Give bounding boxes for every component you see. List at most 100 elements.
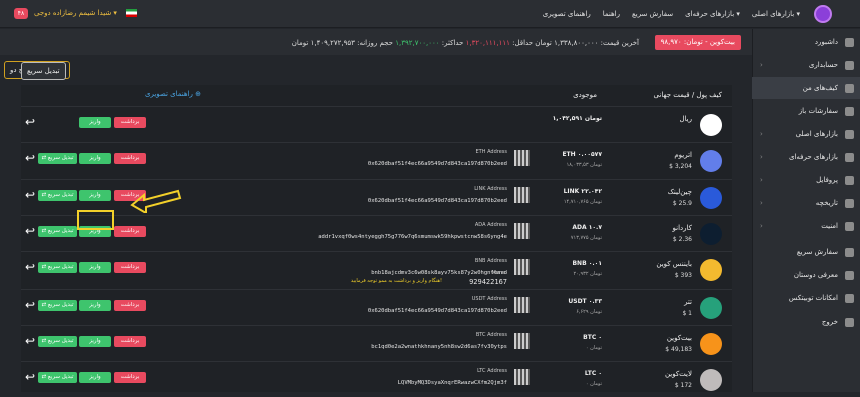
chevron-icon: › <box>760 176 763 184</box>
qr-code-icon[interactable] <box>514 369 530 385</box>
address-label: ETH Address <box>475 149 507 155</box>
memo-value[interactable]: 929422167 <box>469 278 507 286</box>
logo-icon[interactable] <box>814 5 832 23</box>
qr-code-icon[interactable] <box>514 187 530 203</box>
wallet-row: بایننس کوین $ 393 BNB ۰.۰۱ ۲۰,۹۳۲ تومان BNB … <box>21 251 732 287</box>
quick-convert-button[interactable]: تبدیل سریع <box>21 62 66 80</box>
withdraw-button[interactable]: برداشت <box>114 336 146 347</box>
coin-icon <box>700 150 722 172</box>
deposit-button[interactable]: واریز <box>79 300 111 311</box>
reply-arrow-icon[interactable]: ↩ <box>25 152 35 164</box>
coin-balance-toman: ۱۸,۰۳۳,۵۳ تومان <box>566 162 602 168</box>
deposit-button[interactable]: واریز <box>79 153 111 164</box>
sidebar-item[interactable]: بازارهای حرفه‌ای › <box>752 146 860 168</box>
sidebar-item[interactable]: سفارشات باز <box>752 100 860 122</box>
sidebar-item-label: تاریخچه <box>815 199 838 207</box>
ticker-volume: حجم روزانه: ۱,۴۰۹,۲۷۲,۹۵۳ تومان <box>291 39 393 47</box>
sidebar-item-icon <box>845 153 854 162</box>
deposit-button[interactable]: واریز <box>79 117 111 128</box>
reply-arrow-icon[interactable]: ↩ <box>25 225 35 237</box>
memo-warning: هنگام واریز و برداشت به ممو توجه فرمایید… <box>350 278 442 284</box>
sidebar-item[interactable]: حسابداری › <box>752 54 860 76</box>
sidebar-item[interactable]: داشبورد <box>752 31 860 53</box>
wallet-address[interactable]: bc1qd0e2a2wnathkhnany5nh8sw2d6as7fv30ytp… <box>371 344 507 350</box>
qr-code-icon[interactable] <box>514 297 530 313</box>
deposit-button[interactable]: واریز <box>79 336 111 347</box>
reply-arrow-icon[interactable]: ↩ <box>25 116 35 128</box>
withdraw-button[interactable]: برداشت <box>114 153 146 164</box>
sidebar-item[interactable]: خروج <box>752 311 860 333</box>
wallet-row: چین‌لینک $ 25.9 LINK ۲۲.۰۴۲ ۱۴,۷۱۰,۷۶۵ توما… <box>21 179 732 215</box>
quick-convert-row-button[interactable]: ⇄ تبدیل سریع <box>38 190 77 201</box>
coin-balance-toman: ۰ تومان <box>585 345 602 351</box>
coin-name: اتریوم <box>674 151 692 159</box>
coin-name: کاردانو <box>672 224 692 232</box>
wallet-row: ریال ۱,۰۴۲,۵۹۱ تومان برداشت واریز ↩ <box>21 106 732 142</box>
deposit-button[interactable]: واریز <box>79 190 111 201</box>
sidebar: داشبورد حسابداری › کیف‌های من سفارشات باز باز… <box>752 29 860 392</box>
deposit-button[interactable]: واریز <box>79 372 111 383</box>
sidebar-item[interactable]: معرفی دوستان <box>752 264 860 286</box>
nav-visual-guide[interactable]: راهنمای تصویری <box>543 10 591 18</box>
quick-convert-row-button[interactable]: ⇄ تبدیل سریع <box>38 336 77 347</box>
coin-global-price: $ 1 <box>682 310 692 317</box>
quick-convert-row-button[interactable]: ⇄ تبدیل سریع <box>38 372 77 383</box>
quick-convert-row-button[interactable]: ⇄ تبدیل سریع <box>38 153 77 164</box>
sidebar-item-icon <box>845 222 854 231</box>
sidebar-item-icon <box>845 318 854 327</box>
nav-quick-order[interactable]: سفارش سریع <box>632 10 673 18</box>
reply-arrow-icon[interactable]: ↩ <box>25 189 35 201</box>
nav-pro-markets[interactable]: بازارهای حرفه‌ای ▾ <box>685 10 740 18</box>
sidebar-item[interactable]: امنیت › <box>752 215 860 237</box>
withdraw-button[interactable]: برداشت <box>114 372 146 383</box>
qr-code-icon[interactable] <box>514 259 530 275</box>
withdraw-button[interactable]: برداشت <box>114 226 146 237</box>
wallet-address[interactable]: 0x620dbaf51f4ec66a9549d7d843ca197d870b2e… <box>368 161 507 167</box>
wallet-address[interactable]: addr1vxqf0ws4ntyeggh75g776w7q6smumswk59h… <box>318 234 507 240</box>
withdraw-button[interactable]: برداشت <box>114 117 146 128</box>
reply-arrow-icon[interactable]: ↩ <box>25 299 35 311</box>
qr-code-icon[interactable] <box>514 333 530 349</box>
wallet-address[interactable]: 0x620dbaf51f4ec66a9549d7d843ca197d870b2e… <box>368 198 507 204</box>
user-menu[interactable]: شیدا شیمم رضازاده دوجی ▾ <box>34 9 117 17</box>
chevron-icon: › <box>760 130 763 138</box>
visual-guide-link[interactable]: راهنمای تصویری ⊕ <box>145 90 201 98</box>
chevron-icon: › <box>760 61 763 69</box>
sidebar-item[interactable]: تاریخچه › <box>752 192 860 214</box>
address-label: BNB Address <box>474 258 507 264</box>
sidebar-item[interactable]: پروفایل › <box>752 169 860 191</box>
ticker-min: ۱,۳۲۰,۱۱۱,۱۱۱ <box>465 39 510 47</box>
wallet-row: تتر $ 1 USDT ۰.۳۳ ۶,۶۲۹ تومان USDT Address 0x… <box>21 289 732 325</box>
nav-main-markets[interactable]: بازارهای اصلی ▾ <box>752 10 800 18</box>
address-label: ADA Address <box>474 222 507 228</box>
notification-badge[interactable]: ۴۸ <box>14 8 28 19</box>
header-wallet: کیف پول / قیمت جهانی <box>653 91 722 99</box>
wallet-address[interactable]: LQVMbyMQ3DsyaXnqrERwazwCXfm2Qjm3f <box>398 380 507 386</box>
qr-code-icon[interactable] <box>514 223 530 239</box>
wallet-address[interactable]: bnb18ajcdmv3c6w08sk8ayv75ks87y2w0hgntcav… <box>371 270 507 276</box>
quick-convert-row-button[interactable]: ⇄ تبدیل سریع <box>38 262 77 273</box>
coin-balance: ADA ۱۰.۷ <box>572 224 602 231</box>
reply-arrow-icon[interactable]: ↩ <box>25 335 35 347</box>
deposit-button[interactable]: واریز <box>79 262 111 273</box>
ticker-price-badge[interactable]: بیت‌کوین - تومان: ۹۸,۹۷۰ <box>654 35 741 50</box>
iran-flag-icon[interactable] <box>126 9 137 17</box>
sidebar-item[interactable]: کیف‌های من <box>752 77 860 99</box>
coin-balance: ETH ۰.۰۰۵۷۷ <box>562 151 602 158</box>
sidebar-item[interactable]: امکانات توبیتکس <box>752 287 860 309</box>
deposit-highlight-box <box>77 210 114 230</box>
reply-arrow-icon[interactable]: ↩ <box>25 261 35 273</box>
withdraw-button[interactable]: برداشت <box>114 262 146 273</box>
quick-convert-row-button[interactable]: ⇄ تبدیل سریع <box>38 226 77 237</box>
sidebar-item[interactable]: سفارش سریع <box>752 241 860 263</box>
nav-help[interactable]: راهنما <box>603 10 620 18</box>
coin-name: بایننس کوین <box>656 260 692 268</box>
sidebar-item-icon <box>845 61 854 70</box>
qr-code-icon[interactable] <box>514 150 530 166</box>
wallet-address[interactable]: 0x620dbaf51f4ec66a9549d7d843ca197d870b2e… <box>368 308 507 314</box>
annotation-arrow-icon <box>130 189 182 213</box>
quick-convert-row-button[interactable]: ⇄ تبدیل سریع <box>38 300 77 311</box>
reply-arrow-icon[interactable]: ↩ <box>25 371 35 383</box>
sidebar-item[interactable]: بازارهای اصلی › <box>752 123 860 145</box>
withdraw-button[interactable]: برداشت <box>114 300 146 311</box>
